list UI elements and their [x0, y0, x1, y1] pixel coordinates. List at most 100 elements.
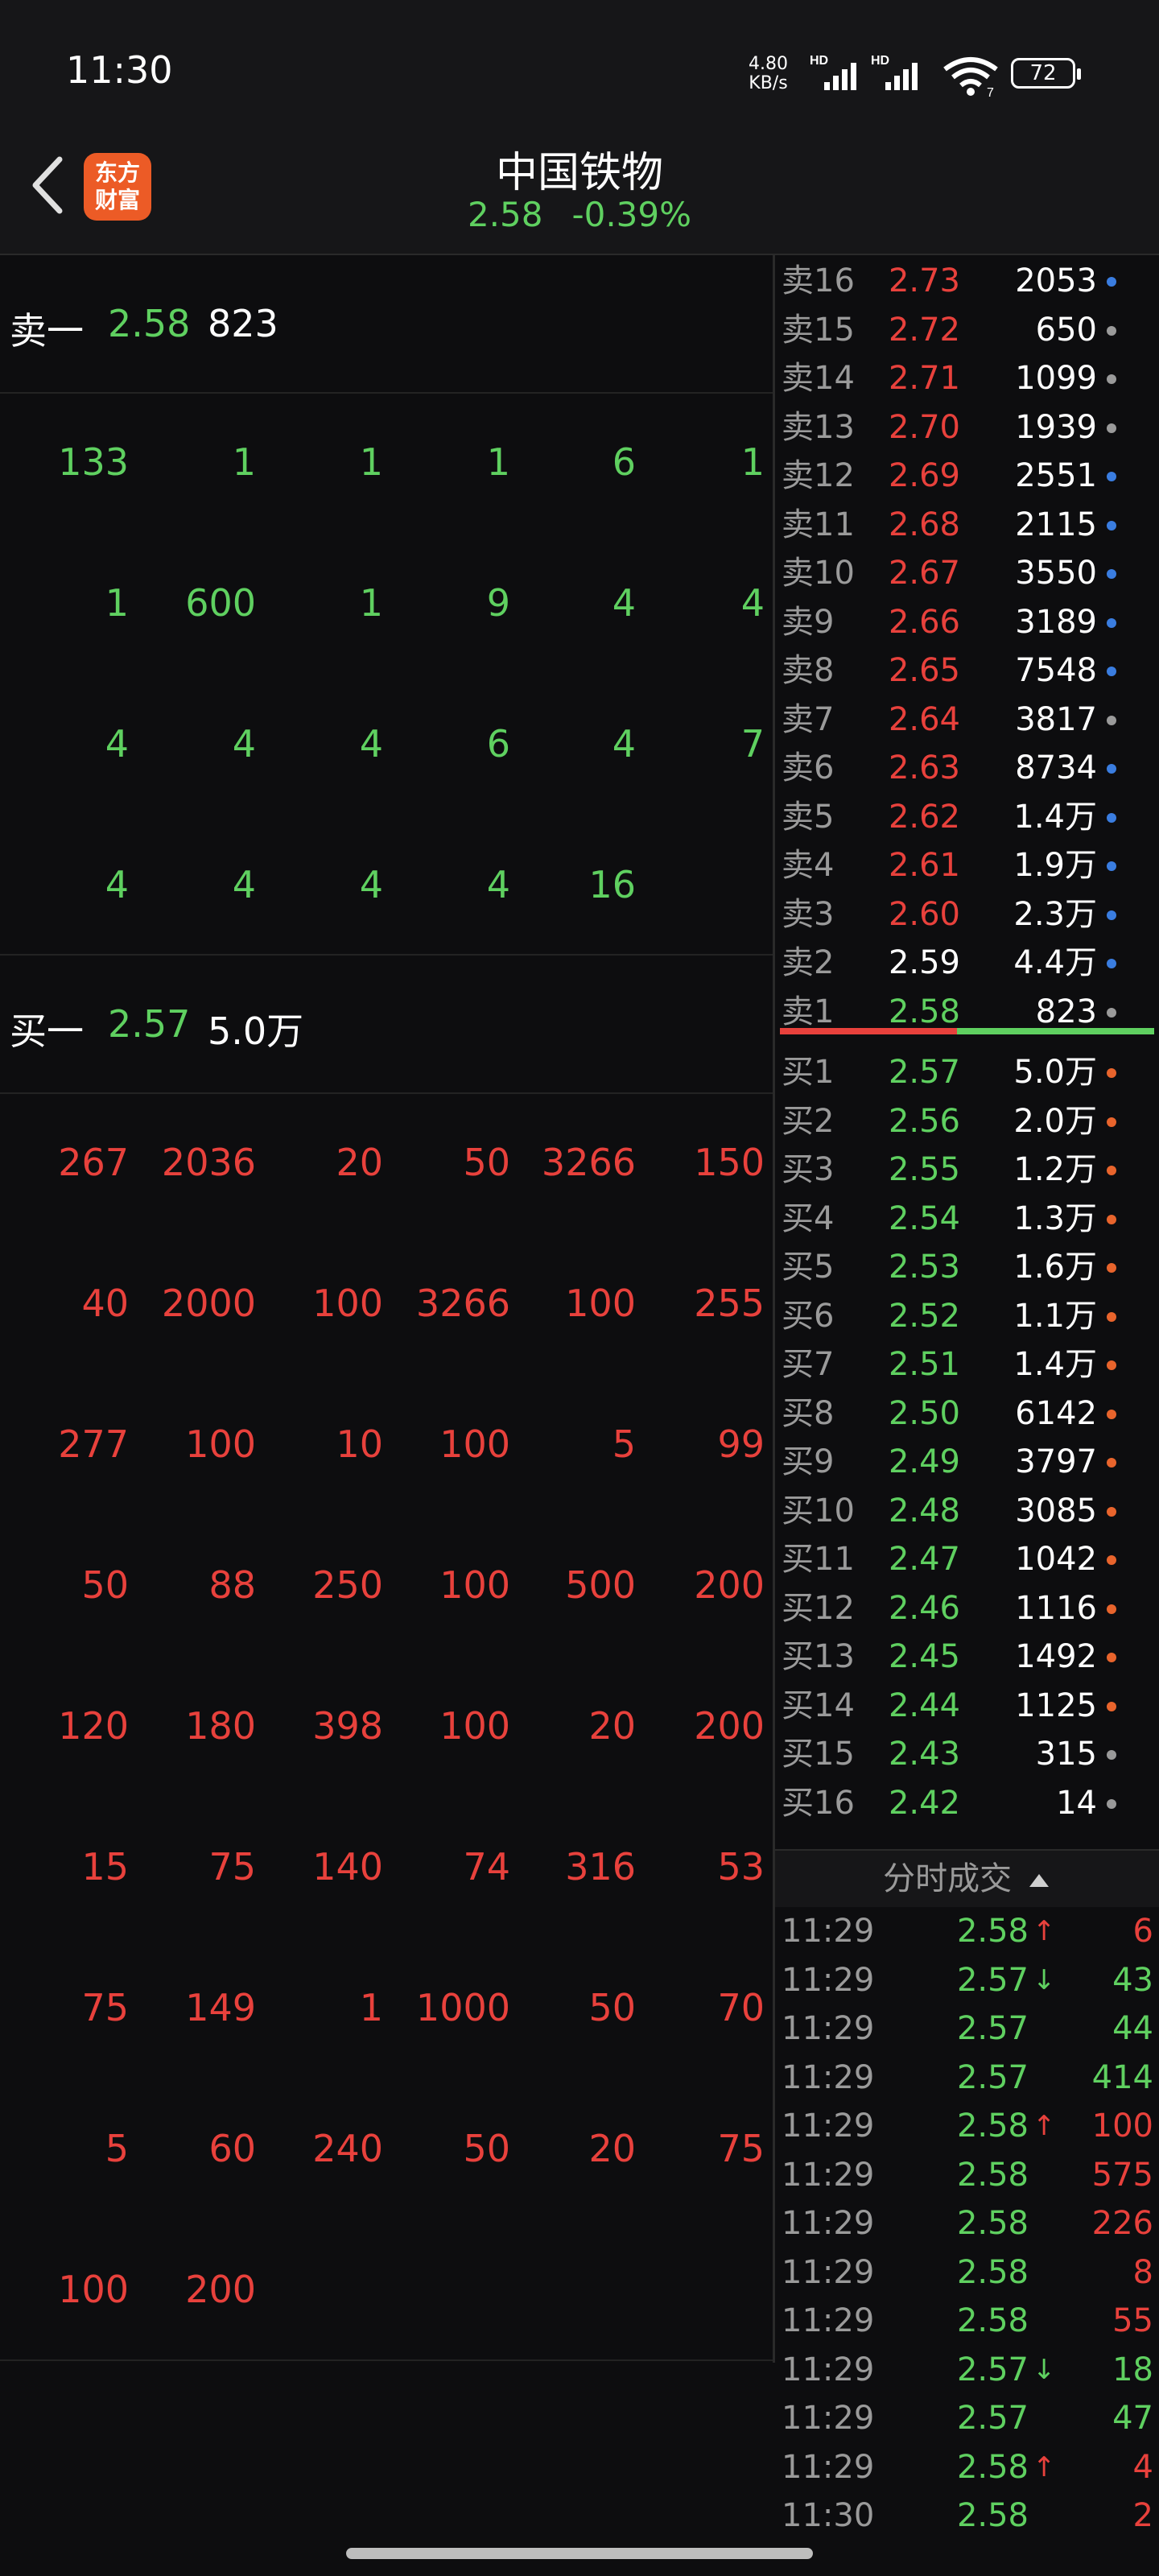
level-volume: 3797	[1015, 1443, 1097, 1480]
trade-price: 2.57	[956, 2351, 1029, 2388]
status-dot-icon	[1107, 1007, 1116, 1018]
level-label: 卖15	[782, 311, 855, 349]
level-price: 2.65	[888, 652, 960, 689]
level-label: 卖7	[782, 700, 835, 738]
sell-level-row[interactable]: 卖11 2.68 2115	[775, 501, 1159, 549]
sell-level-row[interactable]: 卖3 2.60 2.3万	[775, 890, 1159, 939]
order-book-panel[interactable]: 卖16 2.73 2053 卖15 2.72 650 卖14 2.71 1099 卖13 2.70 1…	[775, 255, 1159, 2534]
sell-level-row[interactable]: 卖5 2.62 1.4万	[775, 793, 1159, 841]
queue-cell: 75	[717, 2127, 765, 2170]
level-price: 2.69	[888, 457, 960, 494]
queue-cell: 4	[232, 863, 256, 906]
queue-cell: 255	[694, 1282, 765, 1325]
level-price: 2.57	[888, 1054, 960, 1091]
buy-level-row[interactable]: 买9 2.49 3797	[775, 1438, 1159, 1486]
buy-one-row: 买一 2.57 5.0万	[0, 956, 773, 1094]
level-price: 2.49	[888, 1443, 960, 1480]
queue-cell: 2000	[161, 1282, 256, 1325]
queue-cell: 1	[740, 440, 765, 484]
level-label: 买7	[782, 1346, 835, 1383]
signal-hd-label-2: HD	[871, 54, 889, 68]
level-label: 卖5	[782, 798, 835, 836]
status-dot-icon	[1107, 617, 1116, 628]
buy-level-row[interactable]: 买3 2.55 1.2万	[775, 1146, 1159, 1194]
sell-level-row[interactable]: 卖4 2.61 1.9万	[775, 841, 1159, 890]
trade-row: 11:29 2.57 44	[775, 2004, 1159, 2053]
status-dot-icon	[1107, 1701, 1116, 1711]
queue-cell: 1	[359, 440, 383, 484]
stock-name: 中国铁物	[495, 149, 663, 197]
trade-time: 11:29	[782, 2253, 875, 2291]
trades-header[interactable]: 分时成交	[775, 1849, 1159, 1907]
queue-cell: 6	[612, 440, 636, 484]
clock: 11:30	[66, 48, 173, 92]
queue-cell: 1	[486, 440, 510, 484]
buy-level-row[interactable]: 买11 2.47 1042	[775, 1535, 1159, 1583]
status-dot-icon	[1107, 764, 1116, 774]
home-indicator[interactable]	[346, 2548, 813, 2559]
buy-level-row[interactable]: 买8 2.50 6142	[775, 1389, 1159, 1438]
buy-level-row[interactable]: 买5 2.53 1.6万	[775, 1243, 1159, 1291]
buy-level-row[interactable]: 买6 2.52 1.1万	[775, 1292, 1159, 1340]
level-price: 2.64	[888, 700, 960, 738]
queue-cell: 7	[740, 722, 765, 766]
trade-price: 2.57	[956, 2400, 1029, 2437]
network-speed-value: 4.80	[749, 54, 788, 74]
trade-row: 11:29 2.57 ↓ 43	[775, 1956, 1159, 2004]
queue-cell: 6	[486, 722, 510, 766]
buy-level-row[interactable]: 买14 2.44 1125	[775, 1682, 1159, 1730]
sell-level-row[interactable]: 卖15 2.72 650	[775, 306, 1159, 354]
buy-level-row[interactable]: 买12 2.46 1116	[775, 1584, 1159, 1633]
trade-time: 11:29	[782, 2058, 875, 2096]
level-price: 2.66	[888, 603, 960, 641]
sell-level-row[interactable]: 卖6 2.63 8734	[775, 744, 1159, 792]
buy-level-row[interactable]: 买2 2.56 2.0万	[775, 1097, 1159, 1146]
queue-cell: 200	[185, 2268, 256, 2311]
level-label: 买15	[782, 1736, 855, 1773]
status-bar: 11:30 4.80 KB/s HD HD 7 72	[0, 0, 1159, 129]
buy-one-volume: 5.0万	[208, 1009, 304, 1053]
trade-volume: 43	[1112, 1961, 1153, 1999]
queue-cell: 16	[588, 863, 636, 906]
level-volume: 1.4万	[1013, 798, 1097, 836]
buy-level-row[interactable]: 买1 2.57 5.0万	[775, 1048, 1159, 1096]
buy-level-row[interactable]: 买13 2.45 1492	[775, 1633, 1159, 1681]
buy-level-row[interactable]: 买4 2.54 1.3万	[775, 1195, 1159, 1243]
queue-cell: 500	[565, 1563, 636, 1607]
queue-cell: 9	[486, 581, 510, 625]
trade-row: 11:29 2.58 ↑ 100	[775, 2102, 1159, 2150]
level-price: 2.53	[888, 1249, 960, 1286]
sell-level-row[interactable]: 卖2 2.59 4.4万	[775, 939, 1159, 987]
level-label: 卖16	[782, 262, 855, 299]
status-dot-icon	[1107, 1555, 1116, 1565]
buy-level-row[interactable]: 买15 2.43 315	[775, 1730, 1159, 1778]
buy-level-row[interactable]: 买7 2.51 1.4万	[775, 1340, 1159, 1389]
sell-level-row[interactable]: 卖10 2.67 3550	[775, 549, 1159, 597]
sell-level-row[interactable]: 卖16 2.73 2053	[775, 257, 1159, 305]
level-volume: 2551	[1015, 457, 1097, 494]
sell-level-row[interactable]: 卖14 2.71 1099	[775, 354, 1159, 402]
queue-cell: 200	[694, 1704, 765, 1748]
status-dot-icon	[1107, 569, 1116, 579]
queue-cell: 1	[359, 1986, 383, 2029]
sell-level-row[interactable]: 卖8 2.65 7548	[775, 646, 1159, 695]
level-price: 2.46	[888, 1589, 960, 1627]
queue-panel: 卖一 2.58 823 133 1 1 1 6 1 1 600 1 9 4 4 4 4 4 6 4 7 4 4 4 4 16…	[0, 255, 775, 2363]
sell-level-row[interactable]: 卖9 2.66 3189	[775, 598, 1159, 646]
queue-cell: 1000	[415, 1986, 510, 2029]
queue-cell: 4	[359, 863, 383, 906]
buy-level-row[interactable]: 买10 2.48 3085	[775, 1487, 1159, 1535]
sell-level-row[interactable]: 卖12 2.69 2551	[775, 452, 1159, 500]
status-dot-icon	[1107, 715, 1116, 725]
level-volume: 8734	[1015, 749, 1097, 786]
queue-cell: 4	[612, 581, 636, 625]
queue-cell: 88	[208, 1563, 256, 1607]
trade-row: 11:29 2.58 55	[775, 2297, 1159, 2345]
status-dot-icon	[1107, 1166, 1116, 1175]
stock-header: 东方 财富 中国铁物 2.58 -0.39%	[0, 129, 1159, 255]
level-price: 2.50	[888, 1394, 960, 1432]
buy-level-row[interactable]: 买16 2.42 14	[775, 1779, 1159, 1827]
sell-level-row[interactable]: 卖13 2.70 1939	[775, 403, 1159, 452]
trade-direction-arrow: ↑	[1033, 2110, 1056, 2142]
sell-level-row[interactable]: 卖7 2.64 3817	[775, 696, 1159, 744]
